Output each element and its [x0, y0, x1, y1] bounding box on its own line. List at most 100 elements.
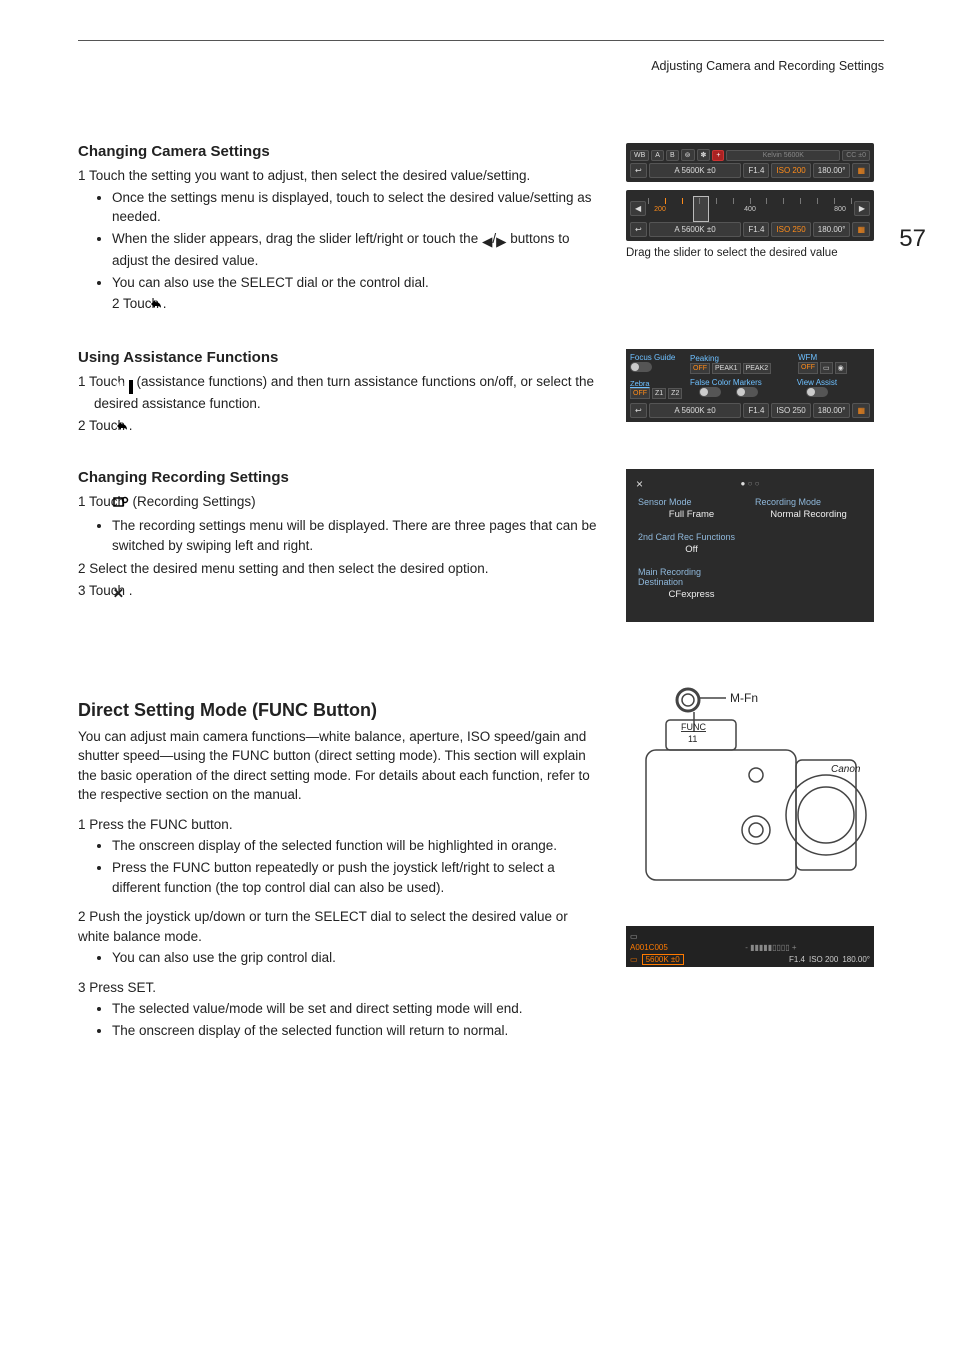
figure-caption: Drag the slider to select the desired va…: [626, 247, 874, 259]
wfm-2-button[interactable]: ◉: [835, 362, 847, 374]
label-false-color: False Color: [690, 378, 731, 387]
back-button[interactable]: ↩: [630, 163, 647, 178]
chip-icon[interactable]: +: [712, 150, 724, 161]
back-button[interactable]: ↩: [630, 403, 647, 418]
label-sensor-mode: Sensor Mode: [638, 497, 745, 507]
toggle-focus-guide[interactable]: [630, 362, 652, 372]
label-func-num: 11: [688, 734, 697, 744]
step-3-heading: 3 Press SET.: [78, 978, 598, 998]
status-aperture[interactable]: F1.4: [743, 403, 769, 418]
status-wb[interactable]: A 5600K ±0: [649, 163, 742, 178]
osd-bar: ▭ A001C005 - ▮▮▮▮▮▯▯▯▯ + ▭ 5600K ±0 F1.4…: [626, 926, 874, 967]
bullet-text: The onscreen display of the selected fun…: [112, 1021, 598, 1041]
label-view-assist: View Assist: [764, 378, 870, 387]
figure-recording-settings: × ● ○ ○ Sensor Mode Full Frame Recording…: [626, 469, 874, 622]
back-button[interactable]: ↩: [630, 222, 647, 237]
value-2nd-card[interactable]: Off: [638, 542, 745, 563]
assist-icon[interactable]: ▦: [852, 403, 870, 418]
osd-aperture: F1.4: [789, 955, 805, 964]
chip-kelvin[interactable]: Kelvin 5600K: [726, 150, 840, 161]
figure-assistance-panel: Focus Guide Peaking OFF PEAK1 PEAK2: [626, 349, 874, 422]
heading-direct-setting-mode: Direct Setting Mode (FUNC Button): [78, 700, 598, 721]
zebra-2-button[interactable]: Z2: [668, 388, 682, 399]
peaking-1-button[interactable]: PEAK1: [712, 363, 741, 374]
chip-wb-a[interactable]: A: [651, 150, 664, 161]
toggle-markers[interactable]: [736, 387, 758, 397]
bullet-text: Once the settings menu is displayed, tou…: [112, 188, 598, 227]
zebra-off-button[interactable]: OFF: [630, 388, 650, 399]
brand-label: Canon: [831, 764, 861, 775]
page-number: 57: [899, 225, 926, 253]
right-arrow-icon: ▶: [496, 232, 506, 252]
running-head: Adjusting Camera and Recording Settings: [78, 59, 884, 73]
heading-recording-settings: Changing Recording Settings: [78, 469, 598, 486]
assist-icon[interactable]: ▦: [852, 163, 870, 178]
value-main-rec-dest[interactable]: CFexpress: [638, 587, 745, 608]
step-text: 2 Select the desired menu setting and th…: [78, 559, 598, 579]
label-focus-guide: Focus Guide: [630, 353, 688, 362]
status-shutter[interactable]: 180.00°: [813, 163, 851, 178]
status-aperture[interactable]: F1.4: [743, 222, 769, 237]
label-recording-mode: Recording Mode: [755, 497, 862, 507]
page-dots[interactable]: ● ○ ○: [626, 479, 874, 488]
bullet-text: The recording settings menu will be disp…: [112, 516, 598, 555]
value-recording-mode[interactable]: Normal Recording: [755, 507, 862, 528]
slider-right-button[interactable]: ▶: [854, 201, 870, 216]
step-text: 3 Touch ✕.: [78, 581, 598, 604]
label-zebra[interactable]: Zebra: [630, 379, 688, 388]
peaking-off-button[interactable]: OFF: [690, 363, 710, 374]
status-shutter[interactable]: 180.00°: [813, 403, 851, 418]
step-text: 2 Touch .: [78, 416, 598, 439]
figure-settings-menu: WB A B ⊚ ✽ + Kelvin 5600K CC ±0 ↩ A 5600…: [626, 143, 874, 259]
chip-cc[interactable]: CC ±0: [842, 150, 870, 161]
slider-cursor[interactable]: [693, 196, 709, 222]
label-markers: Markers: [733, 378, 762, 387]
osd-wb: 5600K ±0: [642, 954, 684, 965]
status-iso[interactable]: ISO 250: [771, 403, 810, 418]
peaking-2-button[interactable]: PEAK2: [743, 363, 772, 374]
osd-shutter: 180.00°: [842, 955, 870, 964]
bullet-text: The onscreen display of the selected fun…: [112, 836, 598, 856]
bullet-text: You can also use the grip control dial.: [112, 948, 598, 968]
chip-wb-b[interactable]: B: [666, 150, 679, 161]
value-sensor-mode[interactable]: Full Frame: [638, 507, 745, 528]
wfm-1-button[interactable]: ▭: [820, 362, 833, 374]
step-text: 2 Touch .: [112, 294, 598, 317]
chip-icon[interactable]: ✽: [697, 149, 711, 161]
left-arrow-icon: ◀: [482, 232, 492, 252]
label-main-rec-dest: Main Recording Destination: [638, 567, 745, 587]
toggle-false-color[interactable]: [699, 387, 721, 397]
assist-icon[interactable]: ▦: [852, 222, 870, 237]
wfm-off-button[interactable]: OFF: [798, 362, 818, 374]
status-wb[interactable]: A 5600K ±0: [649, 222, 742, 237]
status-aperture[interactable]: F1.4: [743, 163, 769, 178]
label-peaking: Peaking: [690, 354, 796, 363]
slider-left-button[interactable]: ◀: [630, 201, 646, 216]
step-1-heading: 1 Press the FUNC button.: [78, 815, 598, 835]
chip-icon[interactable]: ⊚: [681, 149, 695, 161]
label-func: FUNC: [681, 722, 706, 732]
iso-slider[interactable]: 200 400 800: [648, 196, 852, 220]
zebra-1-button[interactable]: Z1: [652, 388, 666, 399]
toggle-view-assist[interactable]: [806, 387, 828, 397]
status-shutter[interactable]: 180.00°: [813, 222, 851, 237]
step-text: 1 Touch the setting you want to adjust, …: [78, 166, 598, 186]
heading-changing-camera-settings: Changing Camera Settings: [78, 143, 598, 160]
bullet-text: Press the FUNC button repeatedly or push…: [112, 858, 598, 897]
status-iso[interactable]: ISO 250: [771, 222, 810, 237]
step-text: 1 Touch ▦ (assistance functions) and the…: [78, 372, 598, 414]
label-wfm: WFM: [798, 353, 870, 362]
label-2nd-card: 2nd Card Rec Functions: [638, 532, 745, 542]
heading-assistance-functions: Using Assistance Functions: [78, 349, 598, 366]
step-text: 1 Touch (Recording Settings): [78, 492, 598, 515]
step-2-heading: 2 Push the joystick up/down or turn the …: [78, 907, 598, 946]
bullet-text: The selected value/mode will be set and …: [112, 999, 598, 1019]
status-wb[interactable]: A 5600K ±0: [649, 403, 742, 418]
bullet-text: When the slider appears, drag the slider…: [112, 229, 598, 271]
label-mfn: M-Fn: [730, 691, 758, 705]
osd-iso: ISO 200: [809, 955, 838, 964]
camera-illustration: M-Fn FUNC 11 Canon: [626, 660, 874, 920]
chip-wb[interactable]: WB: [630, 150, 649, 161]
status-iso[interactable]: ISO 200: [771, 163, 810, 178]
paragraph-intro: You can adjust main camera functions—whi…: [78, 727, 598, 805]
